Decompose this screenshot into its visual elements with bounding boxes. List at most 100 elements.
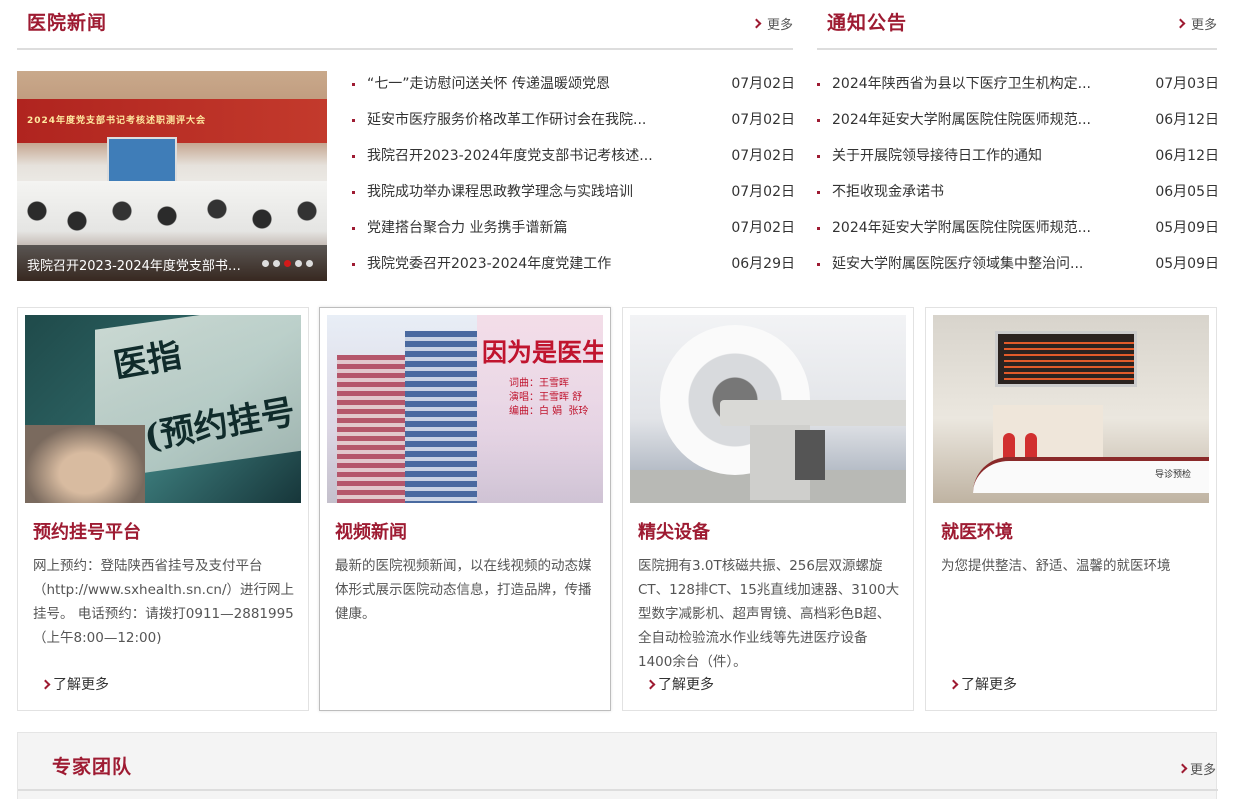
list-item[interactable]: 关于开展院领导接待日工作的通知 06月12日 [817,143,1219,179]
notices-header: 通知公告 更多 [817,0,1217,50]
photo-caption-bar: 我院召开2023-2024年度党支部书记考核述职测评大会 [17,245,327,281]
chevron-right-icon [1175,18,1186,29]
bullet-icon [817,191,820,194]
chevron-right-icon [751,18,762,29]
carousel-dot-active[interactable] [284,260,291,267]
news-date: 07月02日 [731,76,795,92]
card-environment[interactable]: 导诊预检 就医环境 为您提供整洁、舒适、温馨的就医环境 了解更多 [925,307,1217,711]
list-item[interactable]: 不拒收现金承诺书 06月05日 [817,179,1219,215]
scanner-panel [795,430,825,480]
notice-title[interactable]: 2024年陕西省为县以下医疗卫生机构定... [832,71,1091,97]
learn-more-link[interactable]: 了解更多 [40,674,109,694]
list-item[interactable]: 我院成功举办课程思政教学理念与实践培训 07月02日 [352,179,795,215]
list-item[interactable]: “七一”走访慰问送关怀 传递温暖颂党恩 07月02日 [352,71,795,107]
led-board [995,331,1137,387]
card-title[interactable]: 预约挂号平台 [33,518,141,544]
video-news-image[interactable]: 因为是医生 词曲：王雪晖 演唱：王雪晖 舒 编曲：白 娟 张玲 [327,315,603,503]
notice-date: 07月03日 [1155,76,1219,92]
learn-more-link[interactable]: 了解更多 [948,674,1017,694]
notice-title[interactable]: 关于开展院领导接待日工作的通知 [832,143,1042,169]
carousel-dot[interactable] [262,260,269,267]
hospital-news-list: “七一”走访慰问送关怀 传递温暖颂党恩 07月02日 延安市医疗服务价格改革工作研… [352,71,795,287]
chevron-right-icon [948,679,959,689]
news-date: 07月02日 [731,112,795,128]
news-date: 07月02日 [731,184,795,200]
chevron-right-icon [40,679,51,689]
bullet-icon [352,155,355,158]
learn-more-label: 了解更多 [658,677,714,693]
notice-date: 06月12日 [1155,112,1219,128]
notices-list: 2024年陕西省为县以下医疗卫生机构定... 07月03日 2024年延安大学附属… [817,71,1219,287]
environment-image[interactable]: 导诊预检 [933,315,1209,503]
desk-sign-text: 导诊预检 [1155,470,1192,480]
bullet-icon [817,119,820,122]
list-item[interactable]: 2024年延安大学附属医院住院医师规范... 06月12日 [817,107,1219,143]
learn-more-link[interactable]: 了解更多 [645,674,714,694]
bullet-icon [352,83,355,86]
notice-title[interactable]: 不拒收现金承诺书 [832,179,944,205]
news-title[interactable]: 延安市医疗服务价格改革工作研讨会在我院... [367,107,646,133]
notice-date: 06月12日 [1155,148,1219,164]
bullet-icon [817,83,820,86]
card-title[interactable]: 精尖设备 [638,518,710,544]
notice-title[interactable]: 延安大学附属医院医疗领域集中整治问... [832,251,1083,277]
notice-date: 06月05日 [1155,184,1219,200]
video-title-text: 因为是医生 [482,338,603,367]
bullet-icon [817,155,820,158]
card-title[interactable]: 就医环境 [941,518,1013,544]
more-label: 更多 [1189,763,1216,778]
card-title[interactable]: 视频新闻 [335,518,407,544]
news-title[interactable]: 我院党委召开2023-2024年度党建工作 [367,251,611,277]
equipment-image[interactable] [630,315,906,503]
card-desc: 为您提供整洁、舒适、温馨的就医环境 [941,558,1171,574]
card-equipment[interactable]: 精尖设备 医院拥有3.0T核磁共振、256层双源螺旋CT、128排CT、15兆直… [622,307,914,711]
notice-title[interactable]: 2024年延安大学附属医院住院医师规范... [832,215,1091,241]
photo-caption[interactable]: 我院召开2023-2024年度党支部书记考核述职测评大会 [27,255,242,274]
notices-more-link[interactable]: 更多 [1175,14,1217,33]
chevron-right-icon [1177,763,1188,774]
led-board-rows [1004,342,1134,384]
list-item[interactable]: 延安市医疗服务价格改革工作研讨会在我院... 07月02日 [352,107,795,143]
carousel-dots [262,260,313,267]
news-date: 07月02日 [731,148,795,164]
expert-team-title: 专家团队 [52,756,133,778]
list-item[interactable]: 2024年延安大学附属医院住院医师规范... 05月09日 [817,215,1219,251]
bullet-icon [817,263,820,266]
divider [18,789,1218,791]
notices-title: 通知公告 [827,12,908,34]
carousel-dot[interactable] [306,260,313,267]
card-appointment[interactable]: 医指 (预约挂号 预约挂号平台 网上预约：登陆陕西省挂号及支付平台（http:/… [17,307,309,711]
photo-screen [107,137,177,187]
news-title[interactable]: “七一”走访慰问送关怀 传递温暖颂党恩 [367,71,610,97]
news-date: 07月02日 [731,220,795,236]
hand-shape [25,425,145,503]
news-title[interactable]: 党建搭台聚合力 业务携手谱新篇 [367,215,567,241]
news-photo-carousel[interactable]: 2024年度党支部书记考核述职测评大会 我院召开2023-2024年度党支部书记… [17,71,327,281]
expert-team-section: 专家团队 更多 [17,732,1218,799]
hospital-news-title: 医院新闻 [27,12,108,34]
carousel-dot[interactable] [273,260,280,267]
learn-more-label: 了解更多 [53,677,109,693]
card-desc: 医院拥有3.0T核磁共振、256层双源螺旋CT、128排CT、15兆直线加速器、… [638,558,900,670]
appointment-image[interactable]: 医指 (预约挂号 [25,315,301,503]
scanner-bed [720,400,906,426]
news-title[interactable]: 我院召开2023-2024年度党支部书记考核述... [367,143,653,169]
news-date: 06月29日 [731,256,795,272]
photo-banner-text: 2024年度党支部书记考核述职测评大会 [27,116,207,126]
expert-team-more-link[interactable]: 更多 [1177,759,1216,778]
building-shape [405,331,477,503]
hospital-news-header: 医院新闻 更多 [17,0,793,50]
card-video-news[interactable]: 因为是医生 词曲：王雪晖 演唱：王雪晖 舒 编曲：白 娟 张玲 视频新闻 最新的… [319,307,611,711]
list-item[interactable]: 2024年陕西省为县以下医疗卫生机构定... 07月03日 [817,71,1219,107]
card-desc: 最新的医院视频新闻，以在线视频的动态媒体形式展示医院动态信息，打造品牌，传播健康… [335,558,592,622]
list-item[interactable]: 延安大学附属医院医疗领域集中整治问... 05月09日 [817,251,1219,287]
list-item[interactable]: 我院党委召开2023-2024年度党建工作 06月29日 [352,251,795,287]
hospital-news-more-link[interactable]: 更多 [751,14,793,33]
carousel-dot[interactable] [295,260,302,267]
bullet-icon [352,227,355,230]
news-title[interactable]: 我院成功举办课程思政教学理念与实践培训 [367,179,633,205]
learn-more-label: 了解更多 [961,677,1017,693]
list-item[interactable]: 我院召开2023-2024年度党支部书记考核述... 07月02日 [352,143,795,179]
notice-title[interactable]: 2024年延安大学附属医院住院医师规范... [832,107,1091,133]
list-item[interactable]: 党建搭台聚合力 业务携手谱新篇 07月02日 [352,215,795,251]
